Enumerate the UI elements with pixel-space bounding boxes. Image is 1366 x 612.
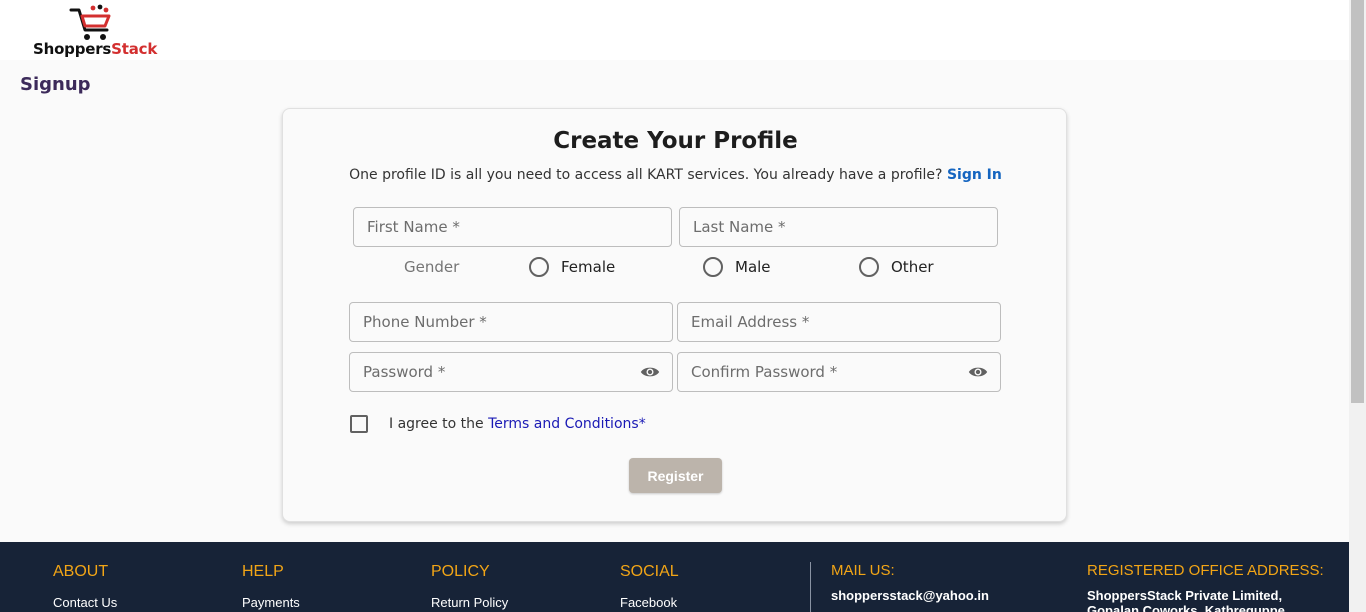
brand-logo[interactable]: ShoppersStack	[33, 4, 173, 58]
sign-in-link[interactable]: Sign In	[947, 167, 1002, 183]
site-footer: ABOUT Contact Us HELP Payments POLICY Re…	[0, 542, 1349, 612]
footer-link-contact-us[interactable]: Contact Us	[53, 595, 117, 610]
gender-label: Gender	[404, 258, 460, 276]
footer-heading-office: REGISTERED OFFICE ADDRESS:	[1087, 562, 1324, 579]
radio-circle-icon[interactable]	[859, 257, 879, 277]
footer-link-facebook[interactable]: Facebook	[620, 595, 677, 610]
password-field[interactable]	[349, 352, 673, 392]
gender-radio-other[interactable]: Other	[859, 257, 934, 277]
footer-office-line1: ShoppersStack Private Limited,	[1087, 588, 1283, 603]
top-header: ShoppersStack	[0, 0, 1349, 60]
eye-icon[interactable]	[640, 364, 660, 380]
terms-text: I agree to the Terms and Conditions*	[389, 416, 646, 432]
confirm-password-field[interactable]	[677, 352, 1001, 392]
confirm-password-input[interactable]	[678, 353, 1000, 391]
gender-option-label: Male	[735, 258, 771, 276]
footer-link-payments[interactable]: Payments	[242, 595, 300, 610]
terms-link[interactable]: Terms and Conditions	[488, 416, 639, 432]
footer-heading-help: HELP	[242, 563, 284, 580]
radio-circle-icon[interactable]	[529, 257, 549, 277]
email-field[interactable]	[677, 302, 1001, 342]
footer-office-line2: Gopalan Coworks, Kathreguppe	[1087, 603, 1285, 612]
gender-option-label: Female	[561, 258, 616, 276]
card-subtitle: One profile ID is all you need to access…	[283, 167, 1068, 183]
first-name-field[interactable]	[353, 207, 672, 247]
terms-agreement: I agree to the Terms and Conditions*	[350, 415, 646, 433]
card-subtitle-text: One profile ID is all you need to access…	[349, 167, 943, 183]
gender-option-label: Other	[891, 258, 934, 276]
last-name-input[interactable]	[680, 208, 997, 246]
scrollbar-thumb[interactable]	[1351, 0, 1364, 403]
gender-radio-male[interactable]: Male	[703, 257, 771, 277]
phone-number-field[interactable]	[349, 302, 673, 342]
shopping-cart-icon	[69, 4, 111, 40]
first-name-input[interactable]	[354, 208, 671, 246]
radio-circle-icon[interactable]	[703, 257, 723, 277]
last-name-field[interactable]	[679, 207, 998, 247]
eye-icon[interactable]	[968, 364, 988, 380]
required-mark: *	[638, 416, 646, 432]
footer-heading-social: SOCIAL	[620, 563, 679, 580]
footer-heading-about: ABOUT	[53, 563, 109, 580]
phone-number-input[interactable]	[350, 303, 672, 341]
signup-card: Create Your Profile One profile ID is al…	[282, 108, 1067, 522]
terms-checkbox[interactable]	[350, 415, 368, 433]
footer-heading-mail: MAIL US:	[831, 562, 895, 579]
password-input[interactable]	[350, 353, 672, 391]
brand-name: ShoppersStack	[33, 40, 157, 58]
terms-prefix: I agree to the	[389, 416, 484, 432]
register-button[interactable]: Register	[629, 458, 722, 493]
footer-link-return-policy[interactable]: Return Policy	[431, 595, 508, 610]
footer-mail-email[interactable]: shoppersstack@yahoo.in	[831, 588, 989, 603]
page-scrollbar[interactable]	[1349, 0, 1366, 612]
email-input[interactable]	[678, 303, 1000, 341]
gender-radio-female[interactable]: Female	[529, 257, 615, 277]
footer-heading-policy: POLICY	[431, 563, 490, 580]
card-title: Create Your Profile	[553, 128, 798, 154]
brand-name-part1: Shoppers	[33, 40, 112, 58]
footer-divider	[810, 562, 811, 612]
page-title: Signup	[20, 74, 91, 95]
brand-name-part2: Stack	[111, 40, 158, 58]
